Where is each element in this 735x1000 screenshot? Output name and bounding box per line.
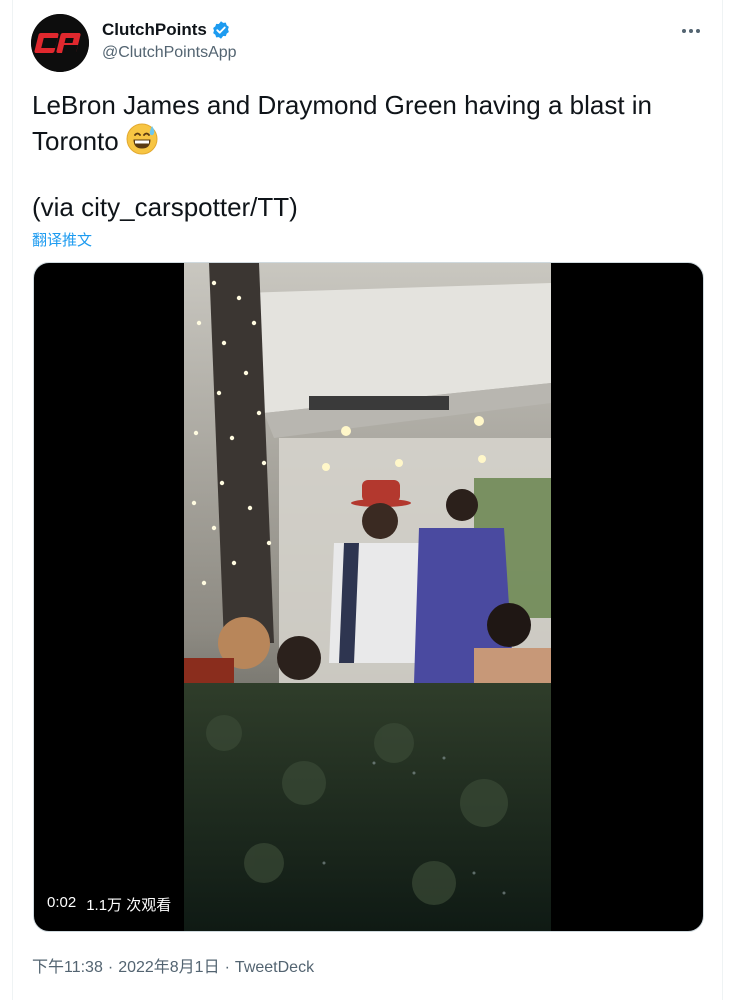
tweet-source-credit: (via city_carspotter/TT) <box>32 192 298 222</box>
video-frame[interactable] <box>184 263 551 931</box>
tweet-card: ClutchPoints @ClutchPointsApp LeBron Jam… <box>12 0 723 1000</box>
tweet-time[interactable]: 下午11:38 <box>32 959 103 976</box>
video-view-count: 1.1万 次观看 <box>86 897 172 914</box>
more-horizontal-icon <box>682 29 700 33</box>
tweet-text: LeBron James and Draymond Green having a… <box>32 88 712 158</box>
video-elapsed-time: 0:02 <box>47 894 77 911</box>
tweet-client-link[interactable]: TweetDeck <box>235 959 314 976</box>
video-player[interactable]: 0:02 1.1万 次观看 <box>33 262 704 932</box>
tweet-footer: 下午11:38 · 2022年8月1日 · TweetDeck <box>32 953 314 977</box>
translate-tweet-link[interactable]: 翻译推文 <box>32 229 92 250</box>
video-still-image <box>184 263 551 931</box>
author-handle[interactable]: @ClutchPointsApp <box>102 44 237 62</box>
more-options-button[interactable] <box>674 14 708 48</box>
author-display-name[interactable]: ClutchPoints <box>102 20 207 40</box>
grinning-face-with-sweat-emoji-icon <box>126 123 158 155</box>
clutchpoints-logo-icon <box>31 14 89 72</box>
footer-separator: · <box>107 959 114 976</box>
author-name-row[interactable]: ClutchPoints <box>102 20 231 40</box>
tweet-date[interactable]: 2022年8月1日 <box>118 959 219 976</box>
verified-badge-icon <box>213 21 229 39</box>
avatar[interactable] <box>31 14 89 72</box>
video-meta: 0:02 1.1万 次观看 <box>47 894 171 915</box>
footer-separator-2: · <box>224 959 230 976</box>
